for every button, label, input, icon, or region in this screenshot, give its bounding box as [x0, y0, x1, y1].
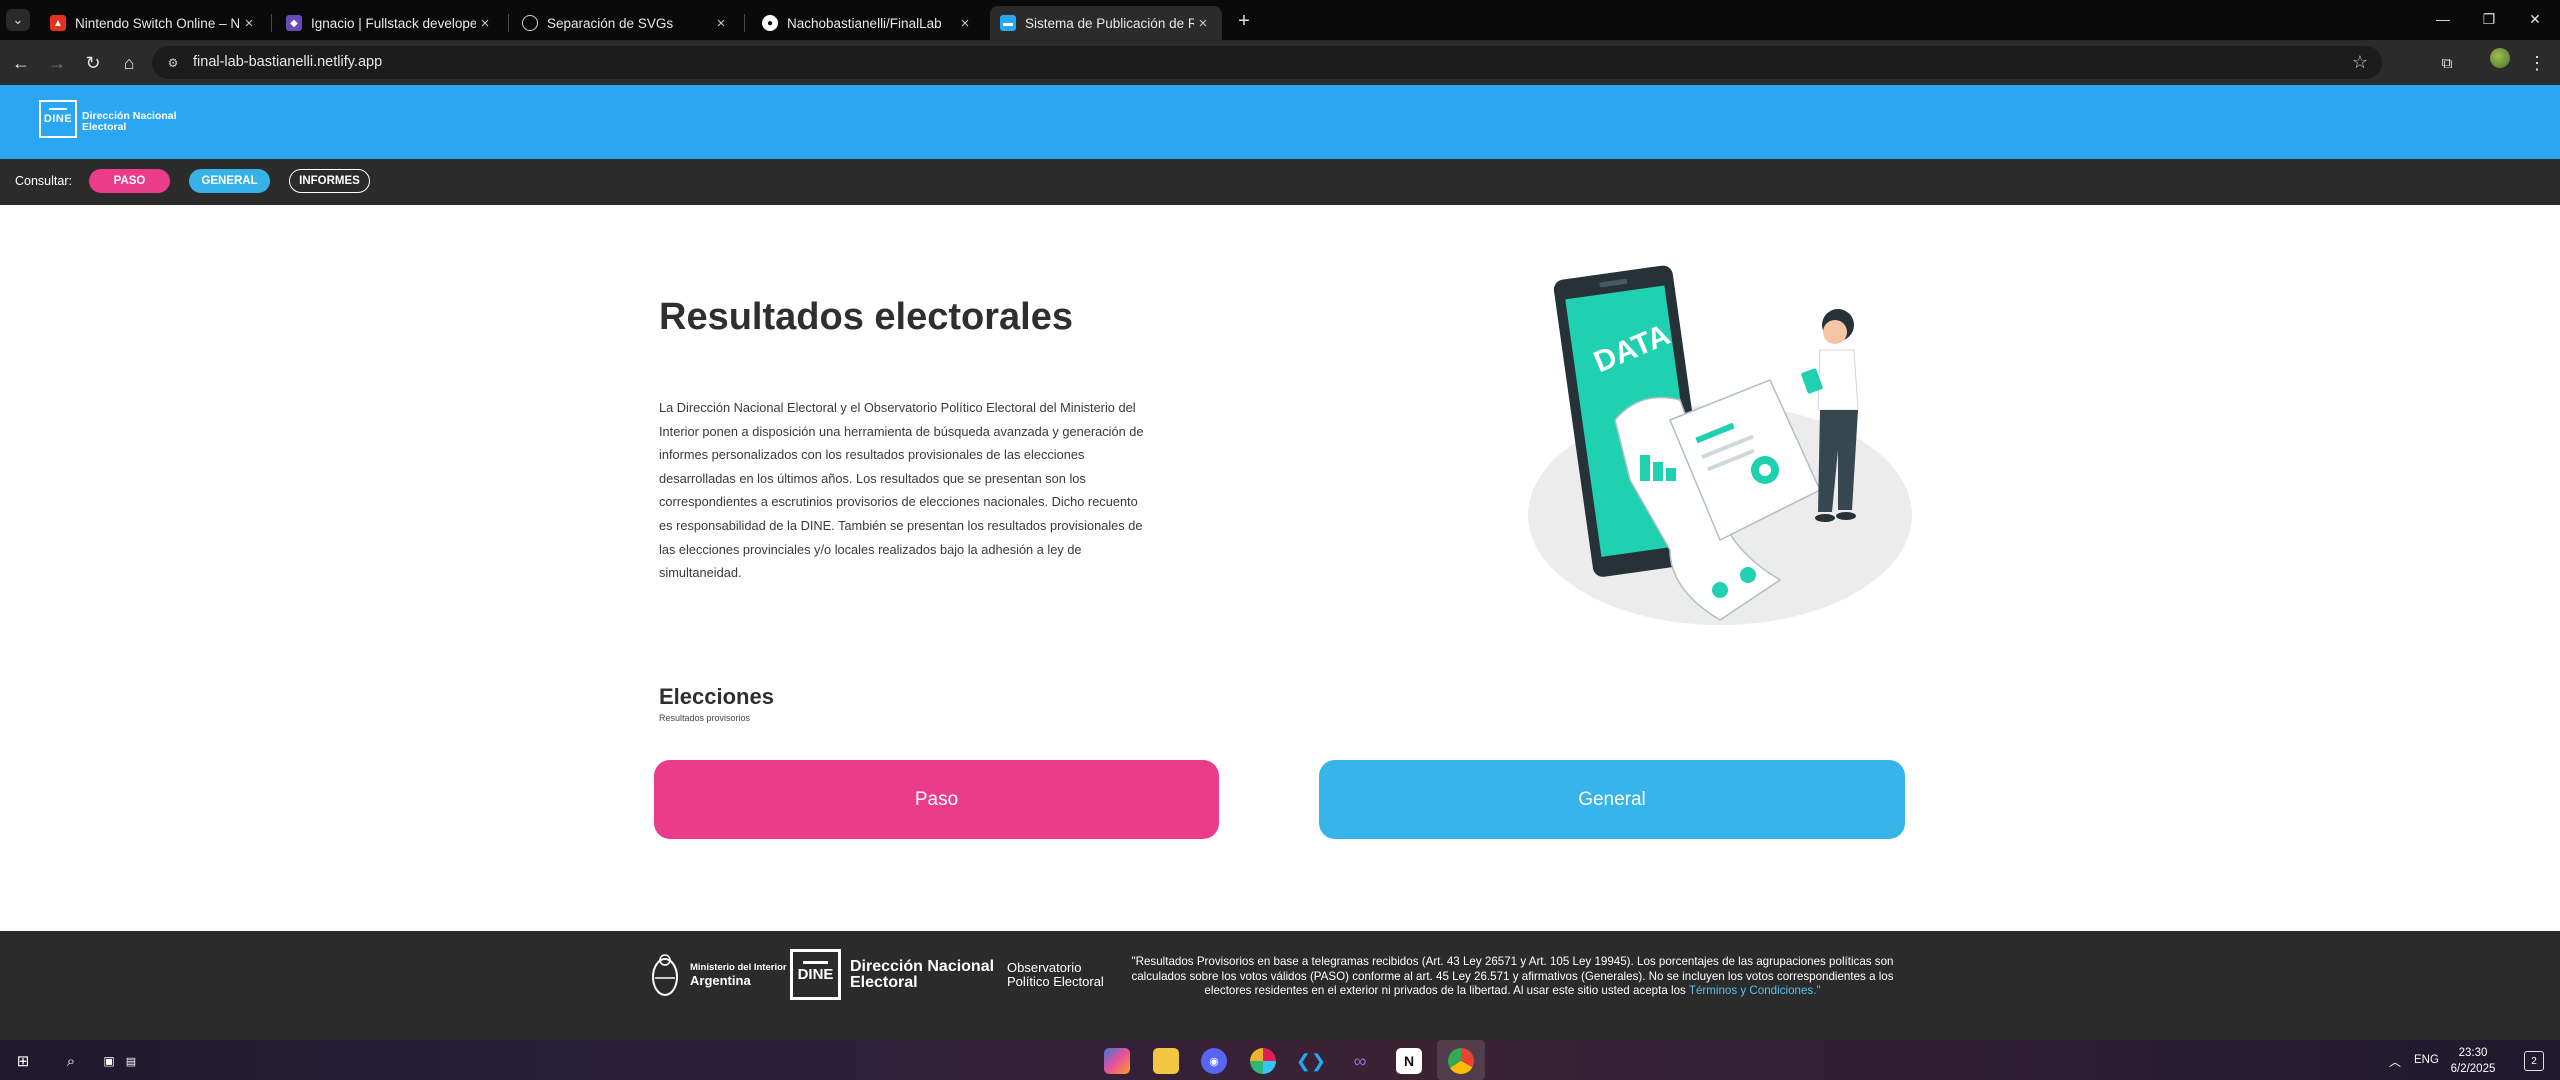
- footer-legal-note: "Resultados Provisorios en base a telegr…: [1115, 955, 1910, 999]
- notification-badge[interactable]: 2: [2524, 1051, 2544, 1071]
- elecciones-subtitle: Resultados provisorios: [659, 713, 751, 723]
- close-tab-icon[interactable]: ×: [240, 14, 258, 32]
- back-icon[interactable]: ←: [6, 48, 36, 78]
- tab-title: Ignacio | Fullstack developer | F: [311, 15, 476, 31]
- tab-portfolio[interactable]: ◆ Ignacio | Fullstack developer | F ×: [276, 6, 504, 40]
- github-icon: ●: [762, 15, 778, 31]
- browser-toolbar: ← → ↻ ⌂ ⚙ final-lab-bastianelli.netlify.…: [0, 40, 2560, 85]
- data-illustration: DATA: [1528, 265, 1912, 625]
- site-header: DINE Dirección Nacional Electoral: [0, 85, 2560, 159]
- paso-pill-button[interactable]: PASO: [89, 169, 170, 193]
- extensions-icon[interactable]: ⧉: [2432, 48, 2462, 78]
- language-indicator[interactable]: ENG: [2414, 1054, 2439, 1066]
- close-tab-icon[interactable]: ×: [712, 14, 730, 32]
- tab-svg[interactable]: Separación de SVGs ×: [512, 6, 740, 40]
- mario-icon: ▲: [50, 15, 66, 31]
- visual-studio-icon[interactable]: ∞: [1347, 1048, 1373, 1074]
- browser-menu-icon[interactable]: ⋮: [2522, 48, 2552, 78]
- tab-title: Nintendo Switch Online – Ninte: [75, 15, 240, 31]
- tab-nintendo[interactable]: ▲ Nintendo Switch Online – Ninte ×: [40, 6, 268, 40]
- address-bar[interactable]: ⚙ final-lab-bastianelli.netlify.app ☆: [152, 46, 2382, 79]
- dine-favicon: ▬: [1000, 15, 1016, 31]
- footer-dine-line-1: Dirección Nacional: [850, 958, 995, 975]
- browser-tabstrip: ⌄ ▲ Nintendo Switch Online – Ninte × ◆ I…: [0, 0, 2560, 40]
- elecciones-title: Elecciones: [659, 684, 774, 709]
- footer-dine-logo-icon: DINE: [790, 949, 841, 1000]
- chrome-icon[interactable]: [1448, 1048, 1474, 1074]
- tab-title: Sistema de Publicación de Resu: [1025, 15, 1194, 31]
- copilot-icon[interactable]: [1104, 1048, 1130, 1074]
- tab-dine-active[interactable]: ▬ Sistema de Publicación de Resu ×: [990, 6, 1222, 40]
- ministerio-logo: Ministerio del Interior Argentina: [690, 961, 787, 987]
- dine-logo-text[interactable]: Dirección Nacional Electoral: [82, 111, 177, 133]
- tab-search-chevron-icon[interactable]: ⌄: [6, 9, 30, 31]
- close-tab-icon[interactable]: ×: [1194, 14, 1212, 32]
- tab-title: Nachobastianelli/FinalLab: [787, 15, 942, 31]
- ministerio-line-2: Argentina: [690, 973, 751, 988]
- general-button[interactable]: General: [1319, 760, 1905, 839]
- portfolio-icon: ◆: [286, 15, 302, 31]
- file-explorer-icon[interactable]: [1153, 1048, 1179, 1074]
- reload-icon[interactable]: ↻: [78, 48, 108, 78]
- search-icon[interactable]: ⌕: [58, 1048, 84, 1074]
- argentina-shield-icon: [652, 954, 678, 996]
- url-text[interactable]: final-lab-bastianelli.netlify.app: [193, 54, 382, 70]
- terms-link[interactable]: Términos y Condiciones.": [1689, 984, 1821, 997]
- site-footer: Ministerio del Interior Argentina DINE D…: [0, 931, 2560, 1040]
- clock-date: 6/2/2025: [2450, 1063, 2496, 1075]
- page-title: Resultados electorales: [659, 296, 1073, 338]
- page-description: La Dirección Nacional Electoral y el Obs…: [659, 400, 1144, 581]
- globe-icon: [522, 15, 538, 31]
- forward-icon[interactable]: →: [42, 48, 72, 78]
- tab-github[interactable]: ● Nachobastianelli/FinalLab ×: [752, 6, 984, 40]
- home-icon[interactable]: ⌂: [114, 48, 144, 78]
- widgets-icon[interactable]: ▤: [118, 1048, 144, 1074]
- notion-icon[interactable]: N: [1396, 1048, 1422, 1074]
- observatorio-logo: Observatorio Político Electoral: [1007, 961, 1104, 989]
- close-tab-icon[interactable]: ×: [476, 14, 494, 32]
- site-info-icon[interactable]: ⚙: [164, 54, 182, 72]
- dine-logo-icon[interactable]: DINE: [39, 100, 77, 138]
- footer-dine-line-2: Electoral: [850, 974, 918, 991]
- clock[interactable]: 23:30 6/2/2025: [2440, 1045, 2506, 1077]
- logo-line-2: Electoral: [82, 121, 127, 133]
- footer-dine-text: Dirección Nacional Electoral: [850, 959, 994, 991]
- restore-icon[interactable]: ❐: [2466, 4, 2512, 34]
- slack-icon[interactable]: [1250, 1048, 1276, 1074]
- tray-chevron-icon[interactable]: ︿: [2382, 1048, 2408, 1074]
- informes-pill-button[interactable]: INFORMES: [289, 169, 370, 193]
- close-window-icon[interactable]: ✕: [2512, 4, 2558, 34]
- vscode-icon[interactable]: ❮❯: [1296, 1048, 1326, 1074]
- profile-avatar[interactable]: [2490, 48, 2510, 68]
- discord-icon[interactable]: ◉: [1201, 1048, 1227, 1074]
- close-tab-icon[interactable]: ×: [956, 14, 974, 32]
- consult-bar: Consultar: PASO GENERAL INFORMES: [0, 159, 2560, 205]
- minimize-icon[interactable]: —: [2420, 4, 2466, 34]
- observatorio-line-2: Político Electoral: [1007, 974, 1104, 989]
- windows-start-icon[interactable]: ⊞: [10, 1048, 36, 1074]
- windows-taskbar: ⊞ ⌕ ▣ ▤ ◉ ❮❯ ∞ N ︿ ENG 23:30 6/2/2025 2: [0, 1040, 2560, 1080]
- consult-label: Consultar:: [15, 174, 72, 188]
- general-pill-button[interactable]: GENERAL: [189, 169, 270, 193]
- bookmark-star-icon[interactable]: ☆: [2352, 52, 2368, 73]
- clock-time: 23:30: [2458, 1047, 2488, 1059]
- new-tab-icon[interactable]: +: [1232, 9, 1256, 33]
- tab-title: Separación de SVGs: [547, 15, 674, 31]
- observatorio-line-1: Observatorio: [1007, 960, 1082, 975]
- paso-button[interactable]: Paso: [654, 760, 1219, 839]
